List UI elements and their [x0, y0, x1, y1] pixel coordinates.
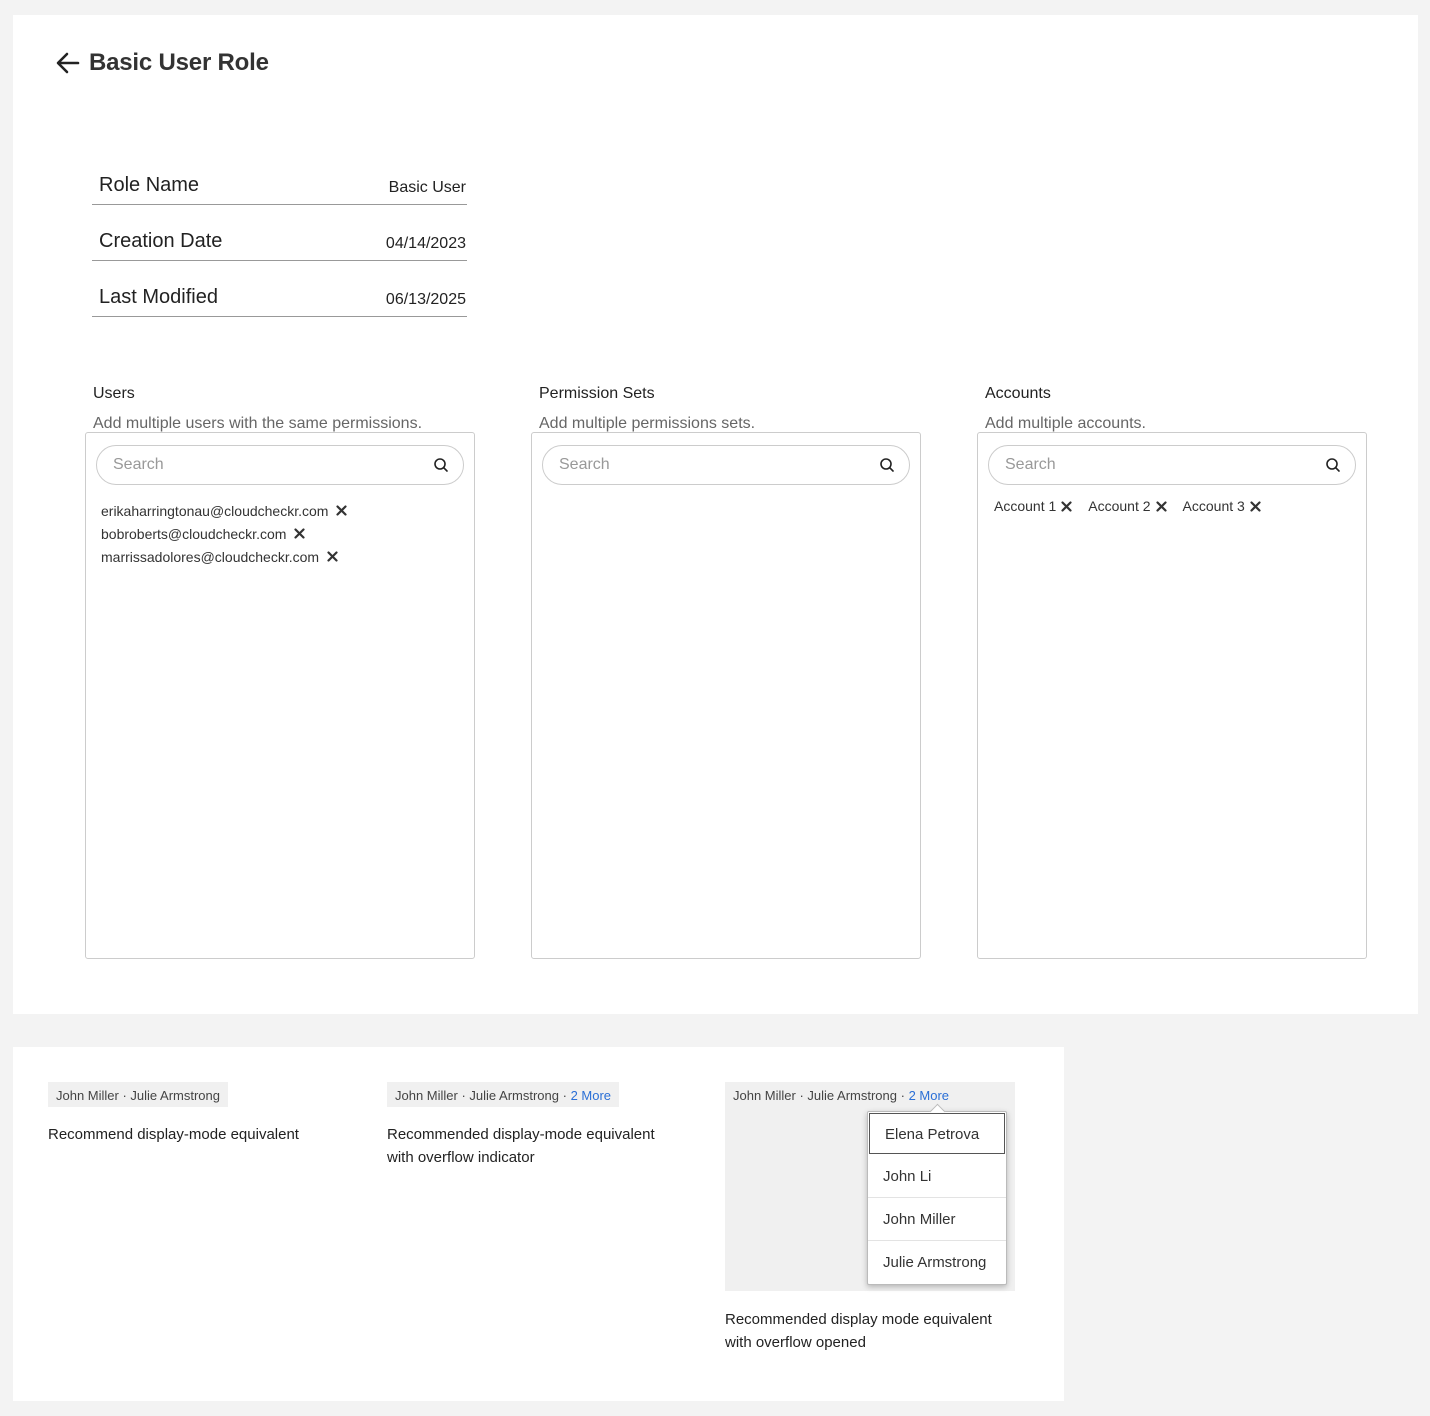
permission-sets-panel — [531, 432, 921, 959]
permission-sets-panel-header: Permission Sets Add multiple permissions… — [539, 385, 939, 433]
caption-example-1: Recommend display-mode equivalent — [48, 1123, 299, 1146]
panel-title: Accounts — [985, 385, 1051, 402]
caption-line: Recommended display-mode equivalent — [387, 1126, 655, 1143]
more-link[interactable]: 2 More — [909, 1088, 949, 1103]
info-label: Last Modified — [99, 286, 218, 308]
caption-line: Recommended display mode equivalent — [725, 1311, 992, 1328]
account-label: Account 2 — [1088, 498, 1151, 514]
permission-sets-search[interactable] — [542, 445, 910, 485]
names-chip: John Miller · Julie Armstrong — [48, 1082, 228, 1107]
info-row-last-modified: Last Modified 06/13/2025 — [92, 261, 467, 317]
overflow-opened-preview: John Miller · Julie Armstrong · 2 More E… — [725, 1082, 1015, 1291]
panel-title: Users — [93, 385, 135, 402]
names-chip-overflow: John Miller · Julie Armstrong · 2 More — [733, 1088, 949, 1103]
users-list: erikaharringtonau@cloudcheckr.com bobrob… — [101, 499, 474, 568]
panel-description: Add multiple users with the same permiss… — [93, 415, 423, 432]
accounts-panel-header: Accounts Add multiple accounts. — [985, 385, 1385, 433]
users-panel: erikaharringtonau@cloudcheckr.com bobrob… — [85, 432, 475, 959]
user-email: erikaharringtonau@cloudcheckr.com — [101, 502, 329, 519]
user-email: bobroberts@cloudcheckr.com — [101, 525, 287, 542]
account-tag: Account 3 — [1183, 498, 1261, 514]
names-text: John Miller · Julie Armstrong — [56, 1088, 220, 1103]
more-link[interactable]: 2 More — [571, 1088, 611, 1103]
account-label: Account 3 — [1182, 498, 1245, 514]
account-label: Account 1 — [994, 498, 1057, 514]
list-item: marrissadolores@cloudcheckr.com — [101, 545, 474, 568]
panel-description: Add multiple accounts. — [985, 415, 1146, 432]
close-icon[interactable] — [294, 528, 306, 539]
caption-example-3: Recommended display mode equivalent with… — [725, 1308, 992, 1354]
menu-item[interactable]: John Miller — [868, 1198, 1006, 1241]
search-icon[interactable] — [1325, 457, 1341, 473]
role-info-table: Role Name Basic User Creation Date 04/14… — [92, 169, 467, 317]
list-item: bobroberts@cloudcheckr.com — [101, 522, 474, 545]
users-search[interactable] — [96, 445, 464, 485]
accounts-panel: Account 1 Account 2 Account 3 — [977, 432, 1367, 959]
accounts-list: Account 1 Account 2 Account 3 — [994, 498, 1366, 514]
account-tag: Account 1 — [994, 498, 1072, 514]
page-title: Basic User Role — [89, 49, 269, 76]
user-email: marrissadolores@cloudcheckr.com — [101, 548, 320, 565]
names-text: John Miller · Julie Armstrong · — [395, 1088, 571, 1103]
names-text: John Miller · Julie Armstrong · — [733, 1088, 909, 1103]
account-tag: Account 2 — [1088, 498, 1167, 514]
caption-line: Recommend display-mode equivalent — [48, 1126, 299, 1143]
close-icon[interactable] — [1250, 500, 1261, 512]
info-value: Basic User — [388, 179, 466, 196]
role-details-card: Basic User Role Role Name Basic User Cre… — [13, 15, 1418, 1014]
names-chip-overflow: John Miller · Julie Armstrong · 2 More — [387, 1082, 620, 1107]
close-icon[interactable] — [1061, 500, 1072, 512]
info-value: 06/13/2025 — [385, 291, 466, 308]
close-icon[interactable] — [1155, 500, 1167, 512]
users-search-input[interactable] — [113, 456, 413, 474]
caption-line: with overflow opened — [725, 1334, 866, 1351]
permission-sets-search-input[interactable] — [559, 456, 859, 474]
list-item: erikaharringtonau@cloudcheckr.com — [101, 499, 474, 522]
info-label: Creation Date — [99, 230, 223, 252]
info-row-creation-date: Creation Date 04/14/2023 — [92, 205, 467, 261]
panel-description: Add multiple permissions sets. — [539, 415, 756, 432]
accounts-search-input[interactable] — [1005, 456, 1305, 474]
search-icon[interactable] — [879, 457, 895, 473]
caption-line: with overflow indicator — [387, 1149, 535, 1166]
close-icon[interactable] — [327, 551, 338, 562]
page-header: Basic User Role — [55, 49, 269, 77]
menu-item[interactable]: John Li — [868, 1155, 1006, 1198]
users-panel-header: Users Add multiple users with the same p… — [93, 385, 493, 433]
menu-item[interactable]: Julie Armstrong — [868, 1241, 1006, 1284]
overflow-menu: Elena Petrova John Li John Miller Julie … — [867, 1111, 1007, 1285]
arrow-left-icon[interactable] — [55, 50, 81, 76]
panel-title: Permission Sets — [539, 385, 655, 402]
caption-example-2: Recommended display-mode equivalent with… — [387, 1123, 655, 1169]
accounts-search[interactable] — [988, 445, 1356, 485]
close-icon[interactable] — [336, 505, 348, 516]
info-value: 04/14/2023 — [385, 235, 466, 252]
menu-item[interactable]: Elena Petrova — [869, 1113, 1005, 1154]
info-label: Role Name — [99, 174, 200, 196]
info-row-role-name: Role Name Basic User — [92, 169, 467, 205]
search-icon[interactable] — [433, 457, 449, 473]
